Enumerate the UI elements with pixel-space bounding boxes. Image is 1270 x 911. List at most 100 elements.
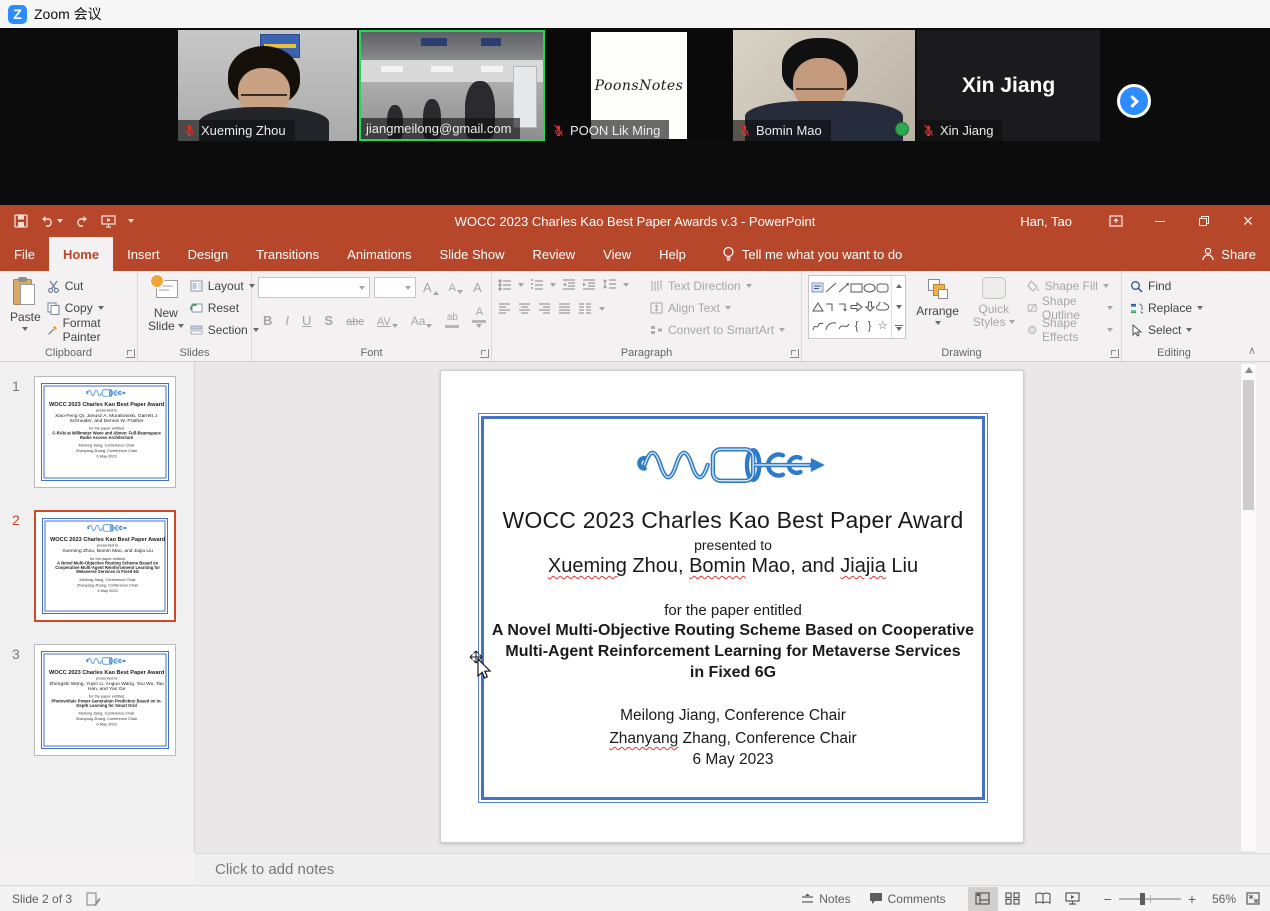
character-spacing-button[interactable]: AV: [374, 316, 401, 328]
line-shape-icon[interactable]: [825, 282, 837, 293]
text-box-shape-icon[interactable]: [811, 282, 824, 293]
drawing-dialog-launcher[interactable]: [1110, 349, 1119, 358]
thumbnail-preview[interactable]: WOCC 2023 Charles Kao Best Paper Award p…: [34, 376, 176, 488]
shape-effects-button[interactable]: Shape Effects: [1025, 319, 1115, 341]
clear-formatting-button[interactable]: A: [470, 280, 485, 295]
font-name-combobox[interactable]: [258, 277, 370, 298]
minimize-button[interactable]: [1138, 205, 1182, 237]
ribbon-display-options-button[interactable]: [1094, 205, 1138, 237]
tell-me-search[interactable]: Tell me what you want to do: [722, 237, 902, 271]
align-left-icon[interactable]: [498, 303, 511, 314]
change-case-button[interactable]: Aa: [408, 314, 436, 328]
tab-transitions[interactable]: Transitions: [242, 237, 333, 271]
triangle-shape-icon[interactable]: [812, 302, 824, 312]
thumbnail-slide-3[interactable]: 3 WOCC 2023 Charles Kao Best Paper Award…: [0, 644, 194, 756]
scrollbar-thumb[interactable]: [1243, 380, 1254, 510]
tab-insert[interactable]: Insert: [113, 237, 174, 271]
curve-shape-icon[interactable]: [838, 321, 850, 331]
oval-shape-icon[interactable]: [863, 283, 876, 293]
video-tile-xin-jiang[interactable]: Xin Jiang Xin Jiang: [917, 30, 1100, 141]
slide-editing-canvas[interactable]: WOCC 2023 Charles Kao Best Paper Award p…: [195, 362, 1256, 853]
italic-button[interactable]: I: [282, 313, 292, 328]
tab-animations[interactable]: Animations: [333, 237, 425, 271]
columns-dropdown-icon[interactable]: [599, 307, 605, 311]
paragraph-dialog-launcher[interactable]: [790, 349, 799, 358]
normal-view-button[interactable]: [968, 887, 998, 911]
tab-file[interactable]: File: [0, 237, 49, 271]
fit-slide-to-window-icon[interactable]: [1246, 892, 1260, 905]
right-arrow-shape-icon[interactable]: [850, 302, 863, 312]
line-spacing-dropdown-icon[interactable]: [623, 283, 629, 287]
video-tile-xueming-zhou[interactable]: Xueming Zhou: [178, 30, 357, 141]
format-painter-button[interactable]: Format Painter: [45, 319, 131, 341]
notes-toggle-button[interactable]: Notes: [797, 886, 854, 911]
collapse-ribbon-button[interactable]: ∧: [1248, 344, 1256, 357]
share-button[interactable]: Share: [1201, 237, 1256, 271]
slideshow-view-button[interactable]: [1058, 887, 1088, 911]
rounded-rectangle-shape-icon[interactable]: [876, 283, 889, 293]
video-tile-poon-lik-ming[interactable]: PoonsNotes POON Lik Ming: [547, 30, 731, 141]
notes-pane[interactable]: Click to add notes: [195, 853, 1270, 885]
convert-smartart-button[interactable]: Convert to SmartArt: [648, 319, 787, 341]
zoom-slider[interactable]: [1119, 898, 1181, 900]
strikethrough-button[interactable]: abc: [343, 316, 367, 328]
tab-home[interactable]: Home: [49, 237, 113, 271]
close-button[interactable]: ×: [1226, 205, 1270, 237]
bullets-icon[interactable]: [498, 279, 512, 291]
scribble-shape-icon[interactable]: [812, 321, 824, 332]
left-brace-shape-icon[interactable]: {: [855, 321, 859, 332]
numbering-dropdown-icon[interactable]: [550, 283, 556, 287]
text-direction-button[interactable]: Text Direction: [648, 275, 787, 297]
reset-button[interactable]: Reset: [188, 297, 261, 319]
select-button[interactable]: Select: [1128, 319, 1220, 341]
bold-button[interactable]: B: [260, 313, 275, 328]
thumbnail-slide-1[interactable]: 1 WOCC 2023 Charles Kao Best Paper Award…: [0, 376, 194, 488]
reading-view-button[interactable]: [1028, 887, 1058, 911]
comments-toggle-button[interactable]: Comments: [865, 886, 950, 911]
zoom-percentage[interactable]: 56%: [1206, 892, 1236, 906]
down-arrow-shape-icon[interactable]: [865, 301, 875, 312]
video-tile-jiangmeilong[interactable]: jiangmeilong@gmail.com: [359, 30, 545, 141]
elbow-connector-icon[interactable]: [825, 302, 837, 312]
align-right-icon[interactable]: [538, 303, 551, 314]
tab-design[interactable]: Design: [174, 237, 242, 271]
arc-shape-icon[interactable]: [825, 321, 837, 331]
increase-indent-icon[interactable]: [582, 279, 596, 291]
underline-button[interactable]: U: [299, 313, 314, 328]
font-color-button[interactable]: A: [469, 307, 489, 328]
right-brace-shape-icon[interactable]: }: [868, 321, 872, 332]
restore-button[interactable]: [1182, 205, 1226, 237]
justify-icon[interactable]: [558, 303, 571, 314]
thumbnail-preview[interactable]: WOCC 2023 Charles Kao Best Paper Award p…: [34, 644, 176, 756]
video-tile-bomin-mao[interactable]: Bomin Mao: [733, 30, 915, 141]
zoom-in-button[interactable]: +: [1188, 891, 1196, 907]
scroll-up-icon[interactable]: [1245, 367, 1253, 373]
tab-help[interactable]: Help: [645, 237, 700, 271]
grow-font-button[interactable]: A: [420, 280, 442, 295]
tab-slide-show[interactable]: Slide Show: [425, 237, 518, 271]
columns-icon[interactable]: [578, 303, 592, 314]
tab-view[interactable]: View: [589, 237, 645, 271]
layout-button[interactable]: Layout: [188, 275, 261, 297]
shrink-font-button[interactable]: A: [446, 282, 466, 294]
star-shape-icon[interactable]: ☆: [878, 321, 888, 332]
line-spacing-icon[interactable]: [602, 278, 617, 291]
arrow-shape-icon[interactable]: [838, 282, 850, 293]
arrange-button[interactable]: Arrange: [912, 275, 963, 341]
current-slide[interactable]: WOCC 2023 Charles Kao Best Paper Award p…: [440, 370, 1024, 843]
quick-styles-button[interactable]: Quick Styles: [969, 275, 1019, 341]
rectangle-shape-icon[interactable]: [850, 283, 863, 293]
highlight-color-button[interactable]: ab: [442, 313, 462, 328]
next-participants-button[interactable]: [1117, 84, 1151, 118]
font-size-combobox[interactable]: [374, 277, 416, 298]
slide-sorter-view-button[interactable]: [998, 887, 1028, 911]
cut-button[interactable]: Cut: [45, 275, 131, 297]
thumbnail-preview-selected[interactable]: WOCC 2023 Charles Kao Best Paper Award p…: [34, 510, 176, 622]
bullets-dropdown-icon[interactable]: [518, 283, 524, 287]
elbow-arrow-connector-icon[interactable]: [838, 302, 850, 312]
align-center-icon[interactable]: [518, 303, 531, 314]
align-text-button[interactable]: Align Text: [648, 297, 787, 319]
decrease-indent-icon[interactable]: [562, 279, 576, 291]
find-button[interactable]: Find: [1128, 275, 1220, 297]
thumbnail-slide-2[interactable]: 2 WOCC 2023 Charles Kao Best Paper Award…: [0, 510, 194, 622]
